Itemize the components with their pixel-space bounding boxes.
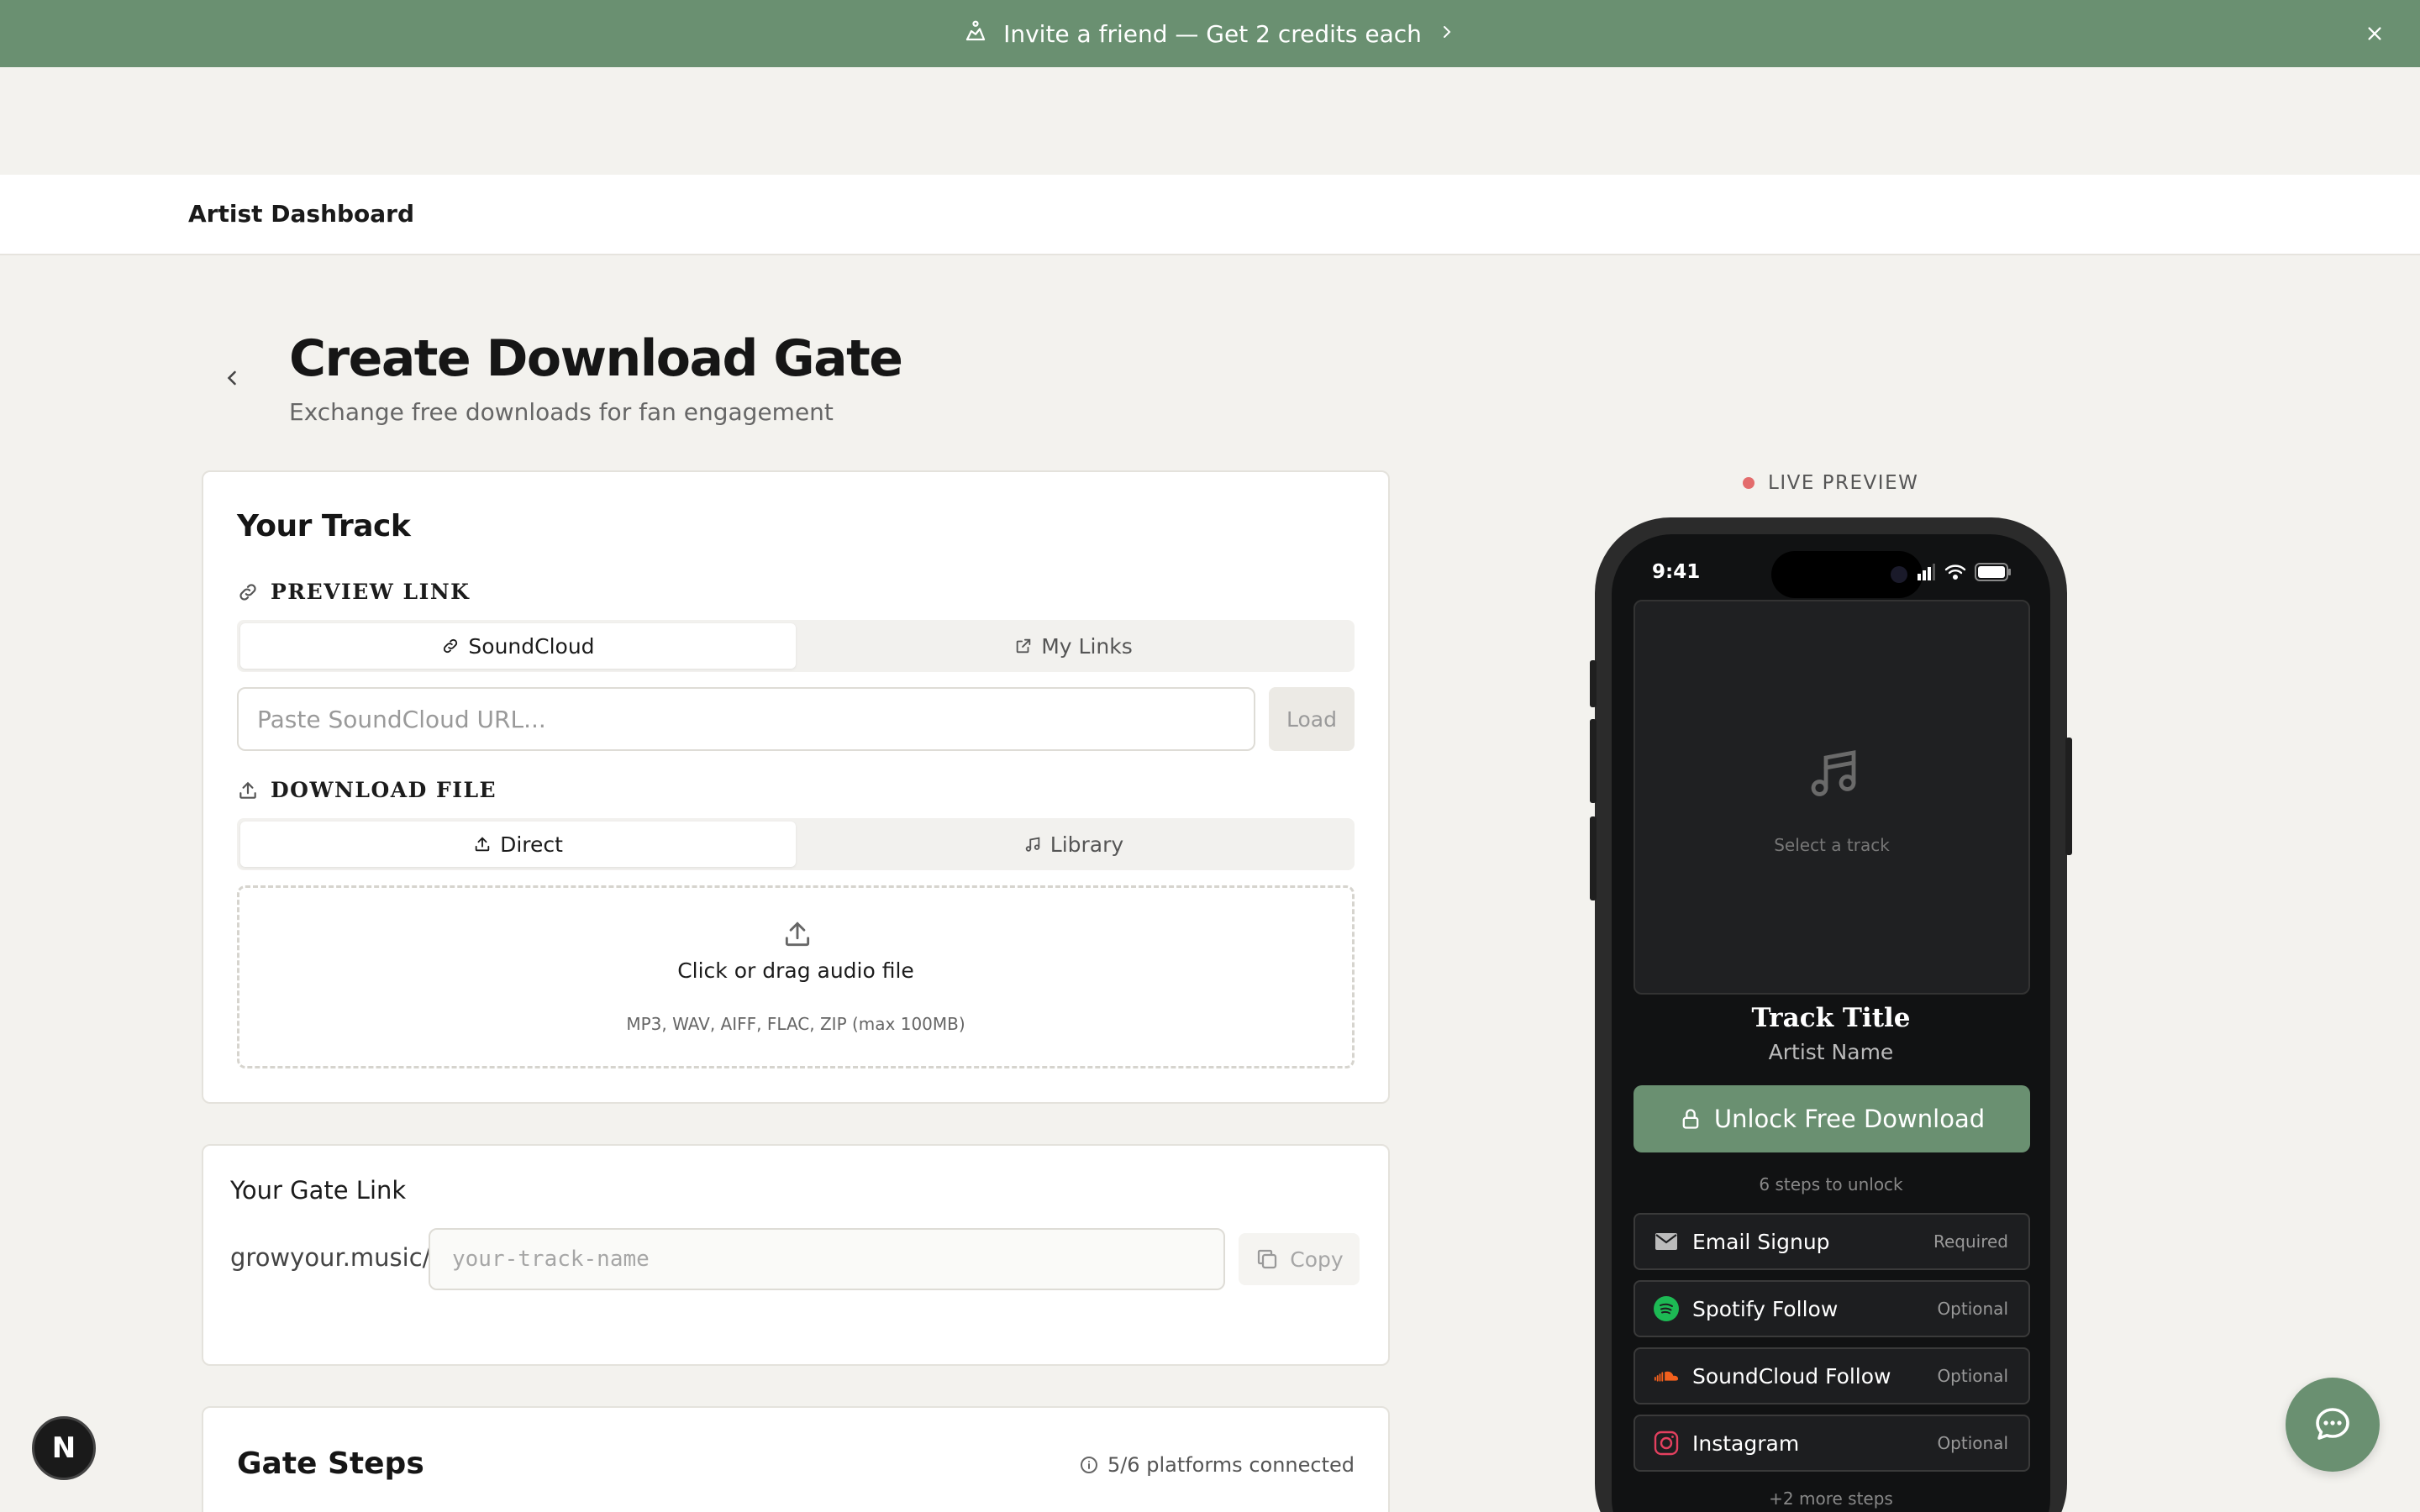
more-steps: +2 more steps bbox=[1769, 1488, 1893, 1509]
tab-soundcloud[interactable]: SoundCloud bbox=[240, 623, 796, 669]
preview-track-title: Track Title bbox=[1751, 1003, 1911, 1033]
status-bar: 9:41 bbox=[1612, 534, 2050, 598]
dev-tools-badge[interactable]: N bbox=[32, 1416, 96, 1480]
phone-side-button bbox=[1590, 660, 1597, 707]
invite-banner[interactable]: Invite a friend — Get 2 credits each bbox=[0, 0, 2420, 67]
load-button[interactable]: Load bbox=[1269, 687, 1355, 751]
track-artwork: Select a track bbox=[1634, 600, 2030, 995]
gate-link-heading: Your Gate Link bbox=[230, 1176, 407, 1205]
music-note-icon bbox=[1811, 750, 1856, 796]
step-spotify-follow[interactable]: Spotify Follow Optional bbox=[1634, 1280, 2030, 1337]
step-instagram[interactable]: Instagram Optional bbox=[1634, 1415, 2030, 1472]
artwork-placeholder-text: Select a track bbox=[1774, 835, 1890, 855]
copy-icon bbox=[1258, 1249, 1277, 1269]
chevron-right-icon bbox=[1437, 20, 1457, 48]
instagram-icon bbox=[1654, 1431, 1679, 1456]
chat-button[interactable] bbox=[2286, 1378, 2380, 1472]
platforms-status: 5/6 platforms connected bbox=[1079, 1453, 1355, 1477]
soundcloud-url-input[interactable]: Paste SoundCloud URL... bbox=[237, 687, 1255, 751]
banner-text: Invite a friend — Get 2 credits each bbox=[1003, 19, 1422, 48]
gate-steps-card: Gate Steps 5/6 platforms connected bbox=[202, 1406, 1390, 1512]
close-icon bbox=[2368, 27, 2381, 40]
gift-icon bbox=[963, 18, 988, 50]
dynamic-island bbox=[1771, 551, 1923, 598]
music-note-icon bbox=[1025, 837, 1040, 852]
phone-side-button bbox=[1590, 719, 1597, 803]
phone-side-button bbox=[1590, 816, 1597, 900]
status-time: 9:41 bbox=[1652, 561, 1701, 583]
track-card: Your Track PREVIEW LINK SoundCloud My Li… bbox=[202, 470, 1390, 1104]
brand-title[interactable]: Artist Dashboard bbox=[188, 200, 414, 228]
gate-link-card: Your Gate Link growyour.music/ your-trac… bbox=[202, 1144, 1390, 1366]
gate-steps-heading: Gate Steps bbox=[237, 1446, 424, 1481]
chat-bubble-icon bbox=[2316, 1408, 2349, 1440]
dropzone-formats: MP3, WAV, AIFF, FLAC, ZIP (max 100MB) bbox=[626, 1014, 965, 1034]
live-preview-badge: LIVE PREVIEW bbox=[1743, 472, 1918, 494]
upload-icon bbox=[475, 837, 490, 852]
upload-icon bbox=[785, 921, 810, 947]
signal-icon bbox=[1918, 564, 1935, 580]
gate-slug-input[interactable]: your-track-name bbox=[429, 1228, 1225, 1290]
live-dot-icon bbox=[1743, 477, 1754, 489]
chevron-left-icon bbox=[227, 370, 236, 386]
page-subtitle: Exchange free downloads for fan engageme… bbox=[289, 398, 834, 426]
external-link-icon bbox=[1016, 638, 1031, 654]
link-icon bbox=[444, 638, 458, 654]
preview-artist-name: Artist Name bbox=[1768, 1040, 1894, 1064]
tab-library[interactable]: Library bbox=[796, 822, 1351, 867]
track-heading: Your Track bbox=[237, 509, 411, 543]
info-icon bbox=[1080, 1457, 1097, 1473]
upload-icon bbox=[239, 781, 256, 799]
battery-icon bbox=[1975, 563, 2011, 581]
steps-count: 6 steps to unlock bbox=[1759, 1174, 1903, 1194]
step-email-signup[interactable]: Email Signup Required bbox=[1634, 1213, 2030, 1270]
tab-my-links[interactable]: My Links bbox=[796, 623, 1351, 669]
mail-icon bbox=[1654, 1229, 1679, 1254]
preview-link-label: PREVIEW LINK bbox=[237, 580, 470, 604]
tab-direct[interactable]: Direct bbox=[240, 822, 796, 867]
phone-mockup: 9:41 Select a track Track Title Artist N… bbox=[1590, 517, 2072, 1512]
phone-screen: 9:41 Select a track Track Title Artist N… bbox=[1612, 534, 2050, 1512]
spotify-icon bbox=[1654, 1296, 1679, 1321]
soundcloud-icon bbox=[1654, 1363, 1679, 1389]
dropzone-text: Click or drag audio file bbox=[677, 958, 914, 983]
phone-side-button bbox=[2065, 738, 2072, 855]
step-soundcloud-follow[interactable]: SoundCloud Follow Optional bbox=[1634, 1347, 2030, 1404]
copy-button[interactable]: Copy bbox=[1239, 1233, 1360, 1285]
gate-link-prefix: growyour.music/ bbox=[230, 1243, 431, 1272]
lock-icon bbox=[1682, 1109, 1699, 1129]
download-file-label: DOWNLOAD FILE bbox=[237, 778, 497, 802]
wifi-icon bbox=[1944, 564, 1966, 580]
download-source-tabs: Direct Library bbox=[237, 818, 1355, 870]
page-title: Create Download Gate bbox=[289, 329, 903, 388]
close-banner-button[interactable] bbox=[2360, 18, 2390, 49]
audio-dropzone[interactable]: Click or drag audio file MP3, WAV, AIFF,… bbox=[237, 885, 1355, 1068]
link-icon bbox=[239, 583, 256, 601]
top-nav: Artist Dashboard bbox=[0, 175, 2420, 255]
back-button[interactable] bbox=[217, 363, 247, 393]
preview-source-tabs: SoundCloud My Links bbox=[237, 620, 1355, 672]
unlock-download-button[interactable]: Unlock Free Download bbox=[1634, 1085, 2030, 1152]
